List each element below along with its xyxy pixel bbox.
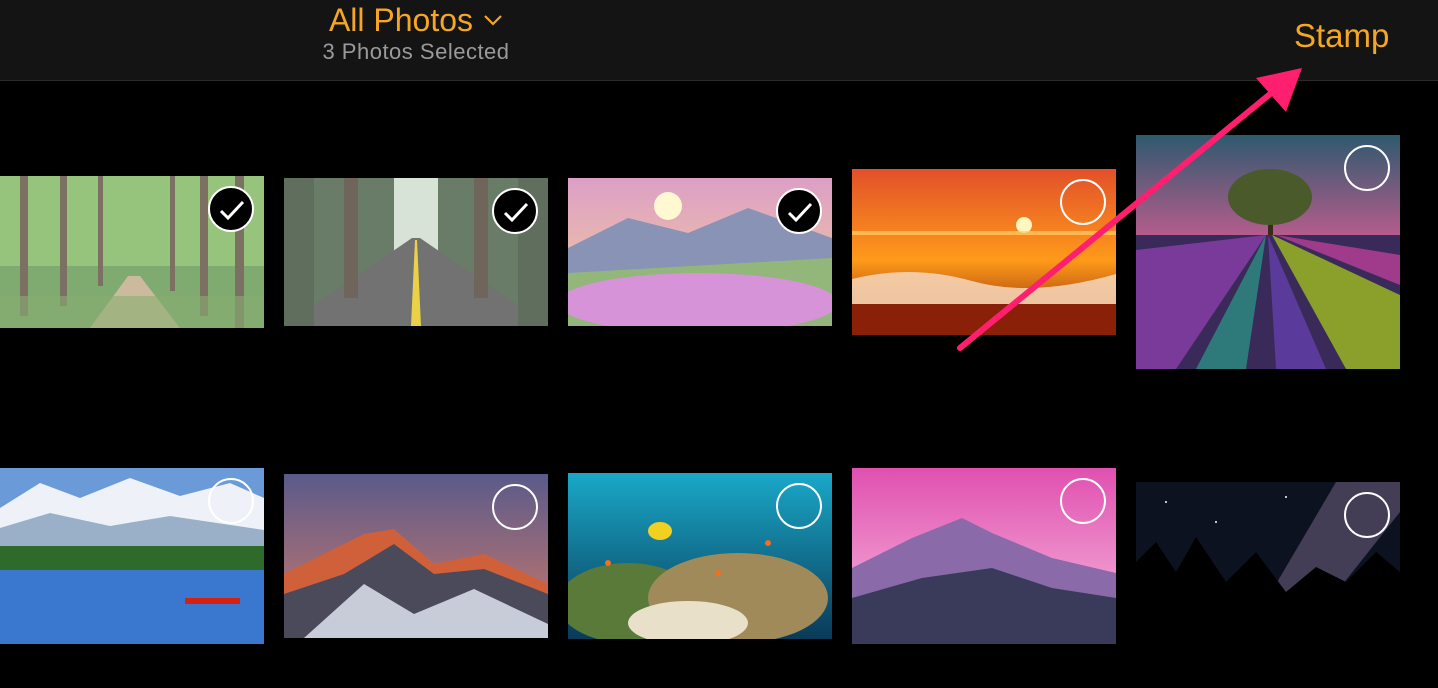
- checkmark-icon: [787, 202, 813, 223]
- checkmark-icon: [503, 202, 529, 223]
- photo-thumbnail-coral-reef[interactable]: [568, 473, 832, 639]
- photo-thumbnail-forest-path[interactable]: [0, 176, 264, 328]
- photo-thumbnail-pink-sky-mountains[interactable]: [852, 468, 1116, 644]
- selection-circle[interactable]: [1344, 145, 1390, 191]
- selection-checkmark[interactable]: [208, 186, 254, 232]
- selection-checkmark[interactable]: [776, 188, 822, 234]
- selection-count: 3 Photos Selected: [322, 39, 510, 64]
- photo-thumbnail-lavender-field-tree[interactable]: [1136, 135, 1400, 369]
- selection-circle[interactable]: [1060, 478, 1106, 524]
- photo-thumbnail-forest-road[interactable]: [284, 178, 548, 326]
- album-title: All Photos: [328, 2, 474, 38]
- checkmark-icon: [219, 200, 245, 221]
- selection-checkmark[interactable]: [492, 188, 538, 234]
- selection-circle[interactable]: [492, 484, 538, 530]
- navigation-bar: All Photos 3 Photos Selected Stamp: [0, 0, 1438, 81]
- photo-thumbnail-lake-canoe-mountains[interactable]: [0, 468, 264, 644]
- chevron-down-icon: [484, 15, 502, 26]
- stamp-button[interactable]: Stamp: [1294, 16, 1389, 56]
- photo-thumbnail-milky-way-forest[interactable]: [1136, 482, 1400, 618]
- selection-circle[interactable]: [208, 478, 254, 524]
- album-dropdown[interactable]: All Photos: [329, 2, 503, 38]
- photo-thumbnail-mountain-sunset[interactable]: [284, 474, 548, 638]
- photo-thumbnail-ocean-sunset[interactable]: [852, 169, 1116, 335]
- selection-circle[interactable]: [776, 483, 822, 529]
- selection-circle[interactable]: [1060, 179, 1106, 225]
- selection-circle[interactable]: [1344, 492, 1390, 538]
- album-picker: All Photos 3 Photos Selected: [310, 2, 522, 66]
- photo-thumbnail-flower-meadow-sunrise[interactable]: [568, 178, 832, 326]
